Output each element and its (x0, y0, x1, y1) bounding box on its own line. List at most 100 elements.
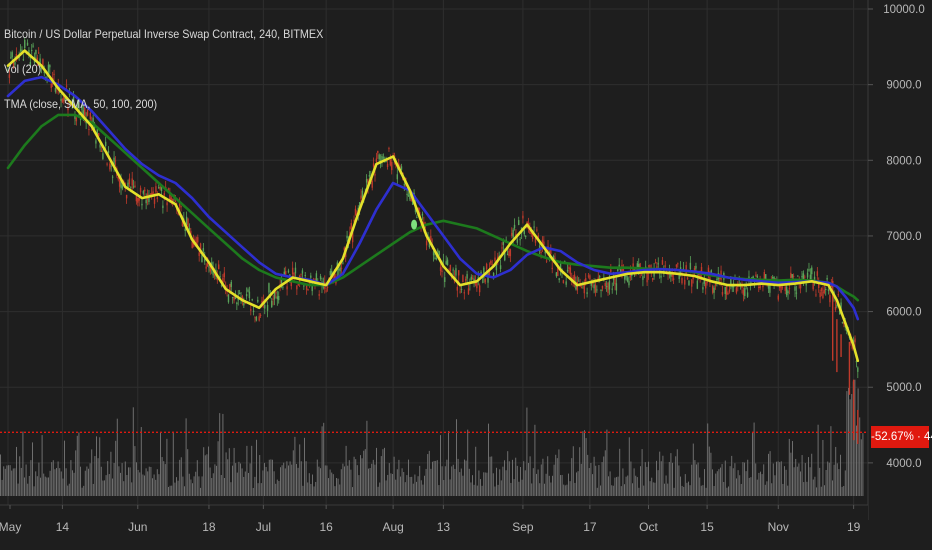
volume-bar (110, 451, 112, 496)
volume-bar (272, 459, 273, 496)
volume-bar (212, 473, 214, 496)
volume-bar (329, 469, 331, 496)
candle-body (10, 57, 12, 59)
candle-body (145, 199, 147, 204)
candle-body (300, 273, 302, 275)
volume-bar (763, 464, 765, 496)
volume-bar (324, 465, 326, 496)
volume-bar (20, 467, 22, 496)
volume-bar (62, 478, 64, 496)
volume-bar (408, 459, 409, 496)
volume-bar (769, 451, 771, 496)
candle-body (600, 289, 602, 291)
volume-bar (160, 432, 161, 496)
candle-body (716, 279, 718, 281)
volume-bar (422, 484, 424, 496)
tma-indicator-label[interactable]: TMA (close, SMA, 50, 100, 200) (4, 97, 157, 111)
volume-bar (86, 466, 88, 496)
volume-bar (283, 462, 285, 496)
candle-body (268, 283, 270, 293)
volume-bar (667, 483, 669, 496)
volume-bar (200, 487, 201, 496)
candle-body (820, 287, 823, 292)
candle-body (50, 83, 52, 89)
volume-bar (748, 477, 750, 496)
volume-bar (606, 429, 608, 496)
volume-bar (265, 466, 267, 496)
candle-body (812, 283, 814, 290)
candle-body (107, 150, 110, 154)
volume-bar (556, 458, 558, 496)
volume-bar (148, 466, 150, 496)
volume-bar (504, 460, 505, 496)
candle-body (598, 275, 601, 278)
volume-bar (696, 464, 697, 496)
volume-bar (307, 482, 309, 496)
candle-body (499, 265, 502, 270)
candle-body (382, 157, 385, 159)
volume-bar (656, 460, 657, 496)
volume-bar (582, 431, 584, 496)
volume-bar (566, 484, 568, 496)
volume-bar (824, 485, 825, 496)
volume-bar (536, 473, 537, 496)
volume-bar (780, 461, 782, 496)
volume-bar (81, 487, 83, 496)
volume-bar (136, 462, 137, 496)
volume-bar (206, 454, 208, 496)
candle-body (231, 296, 234, 298)
candle-body (794, 286, 796, 291)
volume-bar (731, 455, 733, 496)
candle-body (642, 276, 644, 280)
volume-bar (219, 413, 221, 496)
x-tick-label: Jun (128, 520, 147, 534)
volume-bar (660, 461, 662, 496)
volume-bar (32, 442, 33, 496)
candle-body (403, 184, 406, 186)
volume-bar (728, 486, 729, 496)
volume-bar (164, 464, 166, 496)
volume-indicator-label[interactable]: Vol (20) (4, 62, 41, 76)
volume-bar (516, 465, 518, 496)
candle-body (714, 284, 717, 286)
volume-bar (185, 418, 187, 496)
volume-bar (292, 450, 294, 496)
volume-bar (747, 459, 749, 496)
volume-bar (308, 473, 310, 496)
volume-bar (190, 479, 192, 496)
candle-body (725, 286, 728, 295)
volume-bar (859, 417, 861, 496)
candle-body (617, 269, 619, 271)
candle-body (566, 269, 569, 272)
volume-bar (4, 468, 6, 496)
candle-body (614, 278, 616, 285)
volume-bar (68, 483, 70, 496)
volume-bar (374, 464, 376, 496)
volume-bar (523, 461, 525, 496)
volume-bar (124, 461, 126, 496)
volume-bar (243, 476, 245, 496)
candle-body (138, 198, 140, 201)
volume-bar (236, 472, 238, 496)
candle-body (646, 273, 648, 283)
candle-body (245, 294, 248, 297)
candle-body (368, 175, 371, 177)
volume-bar (441, 466, 443, 496)
volume-bar (377, 486, 379, 496)
candle-body (325, 290, 327, 292)
volume-bar (540, 464, 542, 496)
volume-bar (825, 469, 827, 496)
candle-body (604, 283, 606, 287)
volume-bar (84, 470, 86, 496)
volume-bar (617, 476, 619, 496)
volume-bar (313, 486, 315, 496)
volume-bar (337, 478, 339, 496)
volume-bar (323, 422, 325, 496)
volume-bar (400, 476, 401, 496)
candle-body (625, 276, 627, 278)
candle-body (826, 277, 828, 280)
volume-bar (497, 484, 499, 496)
volume-bar (113, 462, 115, 496)
candle-body (227, 294, 230, 303)
candle-body (551, 267, 553, 269)
